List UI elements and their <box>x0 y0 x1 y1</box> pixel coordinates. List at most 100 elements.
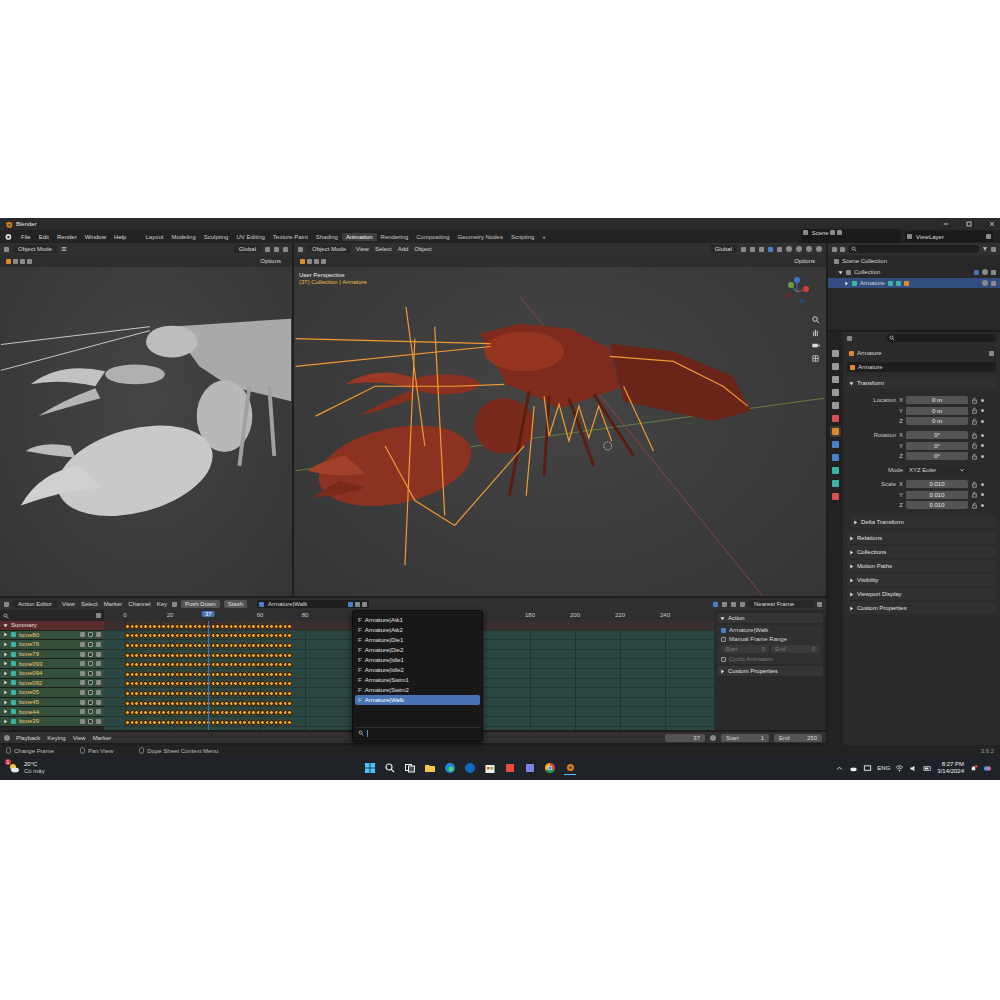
volume-icon[interactable] <box>909 764 918 773</box>
enable-checkbox[interactable] <box>88 700 93 705</box>
options-dropdown[interactable]: Options <box>255 257 286 265</box>
expanded-arrow-icon[interactable] <box>3 623 8 628</box>
pin-icon[interactable] <box>989 351 994 356</box>
editor-menu-item[interactable]: View <box>61 601 76 607</box>
task-view-icon[interactable] <box>404 762 416 774</box>
start-frame-field[interactable]: Start1 <box>721 734 769 742</box>
clock-icon[interactable] <box>710 735 716 741</box>
viewport-menu-item[interactable]: View <box>355 246 370 252</box>
action-panel-header[interactable]: Action <box>717 613 823 623</box>
teams-icon[interactable] <box>524 762 536 774</box>
grid-icon[interactable] <box>811 354 820 363</box>
channel-row[interactable]: bone092 <box>0 679 104 689</box>
visibility-icon[interactable] <box>982 280 988 286</box>
keyframe-dot-icon[interactable] <box>981 420 984 423</box>
action-menu-item[interactable]: F Armature|Swim2 <box>355 685 480 695</box>
blender-menu-icon[interactable] <box>3 232 12 241</box>
keyframe-dot-icon[interactable] <box>981 399 984 402</box>
keyframe[interactable] <box>286 700 293 707</box>
number-field[interactable]: 0° <box>906 452 968 460</box>
number-field[interactable]: 0 m <box>906 417 968 425</box>
snap-dropdown[interactable]: Nearest Frame <box>749 600 813 608</box>
lock-icon[interactable] <box>96 632 101 637</box>
windows-start-icon[interactable] <box>364 762 376 774</box>
collapsed-arrow-icon[interactable] <box>3 652 8 657</box>
select-mode-icon[interactable] <box>307 259 312 264</box>
tool-tab-icon[interactable] <box>832 350 839 357</box>
workspace-tab[interactable]: Geometry Nodes <box>454 233 507 241</box>
modifier-icon[interactable] <box>80 661 85 666</box>
pivot-icon[interactable] <box>741 247 746 252</box>
gizmo-toggle-icon[interactable] <box>768 247 773 252</box>
modifier-icon[interactable] <box>80 671 85 676</box>
menu-item[interactable]: Render <box>56 234 78 240</box>
action-menu-item[interactable]: F Armature|Die1 <box>355 635 480 645</box>
current-frame-field[interactable]: 37 <box>665 734 705 742</box>
expanded-arrow-icon[interactable] <box>838 270 843 275</box>
custom-properties-header[interactable]: Custom Properties <box>717 666 823 676</box>
collapsed-arrow-icon[interactable] <box>3 700 8 705</box>
properties-section[interactable]: Relations <box>847 532 996 544</box>
weather-widget[interactable]: 1 20°C Có mây <box>8 761 45 774</box>
select-mode-icon[interactable] <box>13 259 18 264</box>
number-field[interactable]: 0° <box>906 431 968 439</box>
orientation-dropdown[interactable]: Global <box>234 245 261 253</box>
editor-type-icon[interactable] <box>4 735 10 741</box>
visibility-icon[interactable] <box>982 269 988 275</box>
layer-icon[interactable] <box>172 602 177 607</box>
lock-icon[interactable] <box>971 407 978 414</box>
keyframe-dot-icon[interactable] <box>981 483 984 486</box>
modifier-icon[interactable] <box>80 700 85 705</box>
number-field[interactable]: 0.010 <box>906 491 968 499</box>
enable-checkbox[interactable] <box>88 680 93 685</box>
outliner-search[interactable] <box>848 245 979 253</box>
orientation-dropdown[interactable]: Global <box>710 245 737 253</box>
timeline-menu-item[interactable]: Playback <box>15 735 41 741</box>
shading-solid-icon[interactable] <box>796 246 802 252</box>
render-icon[interactable] <box>991 281 996 286</box>
swap-icon[interactable] <box>96 613 101 618</box>
select-mode-icon[interactable] <box>321 259 326 264</box>
lock-icon[interactable] <box>96 661 101 666</box>
shading-render-icon[interactable] <box>816 246 822 252</box>
object-tab-icon[interactable] <box>832 428 839 435</box>
add-workspace-button[interactable]: + <box>538 233 550 241</box>
modifier-icon[interactable] <box>80 680 85 685</box>
enable-checkbox[interactable] <box>88 642 93 647</box>
number-field[interactable]: 0.010 <box>906 480 968 488</box>
keyframe-dot-icon[interactable] <box>981 493 984 496</box>
manual-range-checkbox[interactable] <box>721 637 726 642</box>
display-mode-icon[interactable] <box>840 247 845 252</box>
end-frame-field[interactable]: End250 <box>774 734 822 742</box>
select-mode-icon[interactable] <box>27 259 32 264</box>
select-mode-icon[interactable] <box>314 259 319 264</box>
editor-menu-item[interactable]: Select <box>80 601 99 607</box>
enable-checkbox[interactable] <box>88 671 93 676</box>
keyframe[interactable] <box>286 623 293 630</box>
number-field[interactable]: 0° <box>906 442 968 450</box>
enable-checkbox[interactable] <box>88 690 93 695</box>
editor-type-icon[interactable] <box>847 336 852 341</box>
keyframe-dot-icon[interactable] <box>981 409 984 412</box>
copy-icon[interactable] <box>830 230 835 235</box>
editor-type-icon[interactable] <box>298 247 303 252</box>
mode-dropdown[interactable]: Object Mode <box>307 245 351 253</box>
number-field[interactable]: 0 m <box>906 396 968 404</box>
collapsed-arrow-icon[interactable] <box>3 709 8 714</box>
action-menu-item[interactable]: F Armature|Die2 <box>355 645 480 655</box>
axis-gizmo-icon[interactable] <box>782 277 812 307</box>
edge-dev-icon[interactable] <box>464 762 476 774</box>
minimize-icon[interactable] <box>942 220 950 228</box>
enable-checkbox[interactable] <box>88 719 93 724</box>
workspace-tab[interactable]: Shading <box>312 233 342 241</box>
enum-dropdown[interactable]: XYZ Euler <box>906 466 968 474</box>
collapsed-arrow-icon[interactable] <box>3 719 8 724</box>
copy-icon[interactable] <box>355 602 360 607</box>
modifier-icon[interactable] <box>80 632 85 637</box>
camera-icon[interactable] <box>811 341 820 350</box>
viewport-menu-item[interactable]: Add <box>397 246 410 252</box>
cyclic-row[interactable]: Cyclic Animation <box>721 656 819 662</box>
snap-icon[interactable] <box>750 247 755 252</box>
exclude-checkbox[interactable] <box>974 270 979 275</box>
unlink-icon[interactable] <box>362 602 367 607</box>
